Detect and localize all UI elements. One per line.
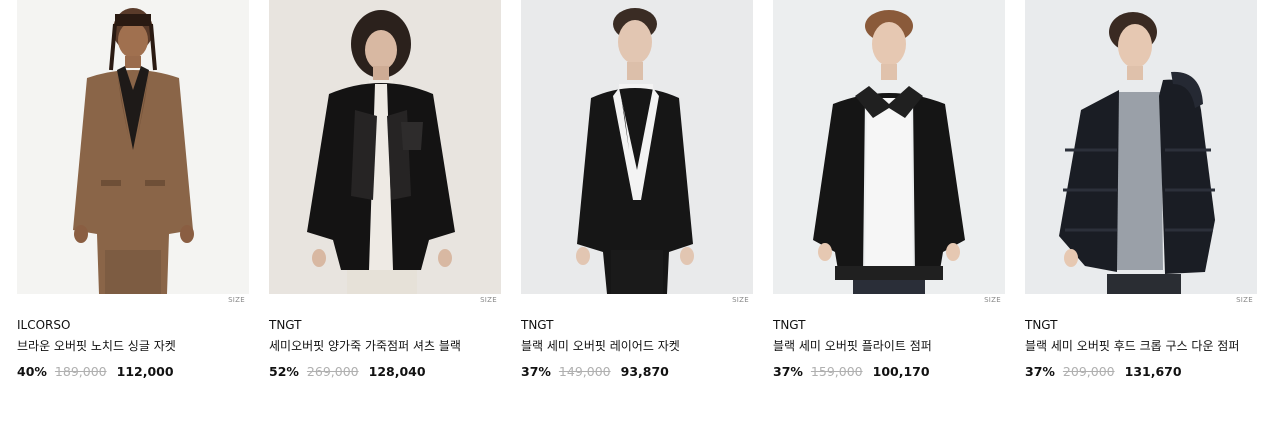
size-label[interactable]: SIZE bbox=[1236, 296, 1253, 304]
sale-price: 128,040 bbox=[368, 364, 426, 379]
product-photo-flight-jumper bbox=[773, 0, 1005, 294]
product-photo-leather-shirt bbox=[269, 0, 501, 294]
product-photo-down-jumper bbox=[1025, 0, 1257, 294]
price-row: 37% 159,000 100,170 bbox=[773, 364, 1005, 379]
size-label[interactable]: SIZE bbox=[480, 296, 497, 304]
product-photo-brown-jacket bbox=[17, 0, 249, 294]
product-info: TNGT 블랙 세미 오버핏 레이어드 자켓 37% 149,000 93,87… bbox=[521, 318, 753, 379]
product-name[interactable]: 블랙 세미 오버핏 후드 크롭 구스 다운 점퍼 bbox=[1025, 337, 1245, 355]
product-info: TNGT 세미오버핏 양가죽 가죽점퍼 셔츠 블랙 52% 269,000 12… bbox=[269, 318, 501, 379]
product-card[interactable]: SIZE ILCORSO 브라운 오버핏 노치드 싱글 자켓 40% 189,0… bbox=[17, 0, 249, 379]
size-label[interactable]: SIZE bbox=[984, 296, 1001, 304]
product-name[interactable]: 블랙 세미 오버핏 레이어드 자켓 bbox=[521, 337, 741, 355]
sale-price: 131,670 bbox=[1124, 364, 1182, 379]
product-brand[interactable]: ILCORSO bbox=[17, 318, 249, 333]
product-image[interactable] bbox=[521, 0, 753, 294]
product-image[interactable] bbox=[1025, 0, 1257, 294]
discount-rate: 37% bbox=[521, 364, 551, 379]
price-row: 40% 189,000 112,000 bbox=[17, 364, 249, 379]
original-price: 149,000 bbox=[558, 364, 611, 379]
product-brand[interactable]: TNGT bbox=[773, 318, 1005, 333]
sale-price: 93,870 bbox=[620, 364, 669, 379]
discount-rate: 40% bbox=[17, 364, 47, 379]
product-card[interactable]: SIZE TNGT 블랙 세미 오버핏 후드 크롭 구스 다운 점퍼 37% 2… bbox=[1025, 0, 1257, 379]
price-row: 52% 269,000 128,040 bbox=[269, 364, 501, 379]
product-name[interactable]: 블랙 세미 오버핏 플라이트 점퍼 bbox=[773, 337, 993, 355]
product-image[interactable] bbox=[17, 0, 249, 294]
product-brand[interactable]: TNGT bbox=[269, 318, 501, 333]
price-row: 37% 209,000 131,670 bbox=[1025, 364, 1257, 379]
sale-price: 112,000 bbox=[116, 364, 174, 379]
product-card[interactable]: SIZE TNGT 세미오버핏 양가죽 가죽점퍼 셔츠 블랙 52% 269,0… bbox=[269, 0, 501, 379]
product-photo-black-jacket bbox=[521, 0, 753, 294]
discount-rate: 37% bbox=[1025, 364, 1055, 379]
product-info: TNGT 블랙 세미 오버핏 후드 크롭 구스 다운 점퍼 37% 209,00… bbox=[1025, 318, 1257, 379]
price-row: 37% 149,000 93,870 bbox=[521, 364, 753, 379]
product-info: TNGT 블랙 세미 오버핏 플라이트 점퍼 37% 159,000 100,1… bbox=[773, 318, 1005, 379]
product-name[interactable]: 세미오버핏 양가죽 가죽점퍼 셔츠 블랙 bbox=[269, 337, 489, 355]
original-price: 209,000 bbox=[1062, 364, 1115, 379]
discount-rate: 37% bbox=[773, 364, 803, 379]
product-brand[interactable]: TNGT bbox=[521, 318, 753, 333]
product-card[interactable]: SIZE TNGT 블랙 세미 오버핏 플라이트 점퍼 37% 159,000 … bbox=[773, 0, 1005, 379]
product-grid: SIZE ILCORSO 브라운 오버핏 노치드 싱글 자켓 40% 189,0… bbox=[0, 0, 1264, 434]
product-info: ILCORSO 브라운 오버핏 노치드 싱글 자켓 40% 189,000 11… bbox=[17, 318, 249, 379]
discount-rate: 52% bbox=[269, 364, 299, 379]
original-price: 189,000 bbox=[54, 364, 107, 379]
product-brand[interactable]: TNGT bbox=[1025, 318, 1257, 333]
product-card[interactable]: SIZE TNGT 블랙 세미 오버핏 레이어드 자켓 37% 149,000 … bbox=[521, 0, 753, 379]
product-name[interactable]: 브라운 오버핏 노치드 싱글 자켓 bbox=[17, 337, 237, 355]
original-price: 159,000 bbox=[810, 364, 863, 379]
product-image[interactable] bbox=[773, 0, 1005, 294]
size-label[interactable]: SIZE bbox=[732, 296, 749, 304]
sale-price: 100,170 bbox=[872, 364, 930, 379]
original-price: 269,000 bbox=[306, 364, 359, 379]
size-label[interactable]: SIZE bbox=[228, 296, 245, 304]
product-image[interactable] bbox=[269, 0, 501, 294]
